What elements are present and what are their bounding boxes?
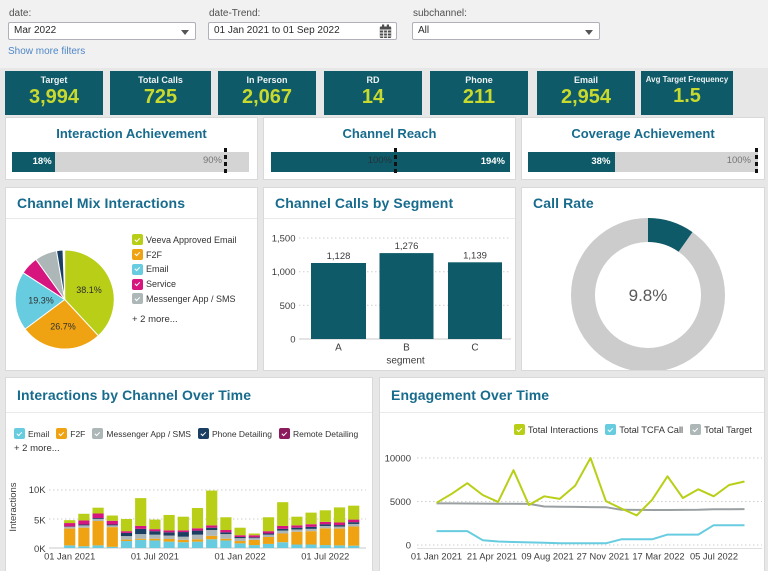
svg-text:1,139: 1,139 bbox=[463, 250, 487, 261]
svg-text:segment: segment bbox=[386, 356, 425, 367]
svg-text:05 Jul 2022: 05 Jul 2022 bbox=[690, 552, 738, 562]
svg-text:Interactions: Interactions bbox=[8, 482, 19, 531]
svg-text:17 Mar 2022: 17 Mar 2022 bbox=[632, 552, 684, 562]
svg-text:19.3%: 19.3% bbox=[28, 296, 54, 306]
svg-text:B: B bbox=[403, 343, 410, 354]
svg-text:01 Jan 2021: 01 Jan 2021 bbox=[44, 552, 95, 562]
svg-text:38.1%: 38.1% bbox=[76, 285, 102, 295]
svg-text:5K: 5K bbox=[34, 515, 46, 526]
svg-text:1,276: 1,276 bbox=[395, 241, 419, 252]
svg-text:1,000: 1,000 bbox=[272, 267, 296, 278]
svg-text:26.7%: 26.7% bbox=[50, 322, 76, 332]
svg-text:01 Jan 2022: 01 Jan 2022 bbox=[215, 552, 266, 562]
svg-text:09 Aug 2021: 09 Aug 2021 bbox=[521, 552, 573, 562]
svg-text:10000: 10000 bbox=[385, 454, 411, 465]
svg-text:21 Apr 2021: 21 Apr 2021 bbox=[467, 552, 517, 562]
svg-text:A: A bbox=[335, 343, 342, 354]
svg-text:9.8%: 9.8% bbox=[629, 286, 668, 305]
svg-text:10K: 10K bbox=[29, 485, 47, 496]
svg-text:C: C bbox=[471, 343, 478, 354]
svg-text:0: 0 bbox=[290, 335, 295, 346]
svg-text:01 Jul 2022: 01 Jul 2022 bbox=[301, 552, 349, 562]
svg-text:1,500: 1,500 bbox=[272, 234, 296, 245]
svg-text:5000: 5000 bbox=[390, 497, 411, 508]
svg-text:1,128: 1,128 bbox=[327, 251, 351, 262]
svg-text:01 Jan 2021: 01 Jan 2021 bbox=[411, 552, 462, 562]
svg-text:0: 0 bbox=[406, 541, 411, 552]
svg-text:27 Nov 2021: 27 Nov 2021 bbox=[577, 552, 630, 562]
svg-text:01 Jul 2021: 01 Jul 2021 bbox=[131, 552, 179, 562]
svg-text:500: 500 bbox=[280, 301, 296, 312]
